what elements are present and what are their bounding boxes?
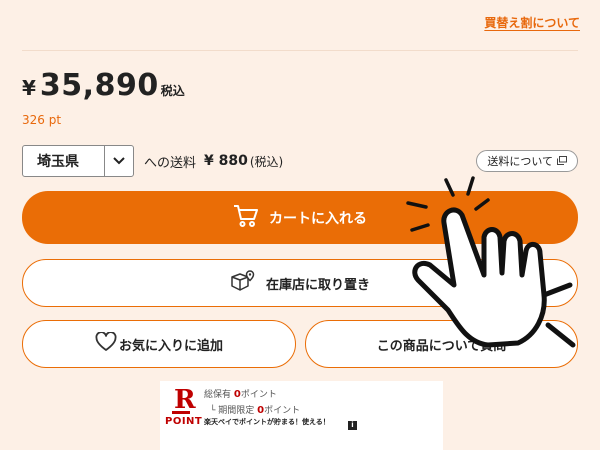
add-to-favorites-label: お気に入りに追加: [118, 338, 223, 354]
shipping-tax-label: (税込): [249, 154, 284, 169]
rakuten-point-banner: R POINT 総保有 0ポイント └ 期間限定 0ポイント 楽天ペイでポイント…: [160, 381, 443, 450]
store-pickup-label: 在庫店に取り置き: [265, 277, 370, 293]
limited-points-unit: ポイント: [264, 406, 301, 416]
limited-points-label: └ 期間限定: [210, 406, 255, 416]
currency-symbol: ¥: [22, 76, 36, 100]
price-amount: 35,890: [39, 68, 159, 103]
heart-icon: [95, 331, 117, 356]
chevron-down-icon[interactable]: [104, 146, 133, 176]
earned-points: 326 pt: [22, 113, 62, 127]
info-icon[interactable]: i: [348, 421, 357, 430]
cart-icon: [233, 204, 259, 232]
shipping-info-button[interactable]: 送料について: [476, 150, 578, 172]
total-points-value: 0: [233, 389, 241, 400]
shipping-fee: ¥ 880: [204, 153, 248, 169]
external-window-icon: [557, 155, 567, 168]
add-to-cart-label: カートに入れる: [269, 210, 367, 227]
shipping-info-label: 送料について: [487, 155, 553, 168]
divider: [22, 50, 578, 51]
shipping-row: 埼玉県 への送料 ¥ 880 (税込) 送料について: [22, 145, 578, 177]
trade-in-discount-link[interactable]: 買替え割について: [484, 14, 580, 31]
prefecture-value: 埼玉県: [37, 154, 79, 170]
price: ¥ 35,890 税込: [22, 68, 185, 103]
tax-included-label: 税込: [160, 84, 185, 98]
total-points-line: 総保有 0ポイント: [204, 387, 277, 400]
package-location-icon: [230, 269, 256, 297]
total-points-label: 総保有: [204, 390, 232, 400]
add-to-favorites-button[interactable]: お気に入りに追加: [22, 320, 296, 368]
rakuten-pay-slogan: 楽天ペイでポイントが貯まる！使える！: [204, 418, 330, 426]
shipping-to-label: への送料: [144, 155, 197, 171]
total-points-unit: ポイント: [240, 390, 277, 400]
tap-hand-icon: [406, 176, 576, 348]
limited-points-line: └ 期間限定 0ポイント: [210, 403, 300, 416]
rakuten-logo-underline: [172, 411, 190, 414]
prefecture-select[interactable]: 埼玉県: [22, 145, 134, 177]
rakuten-logo-word: POINT: [165, 416, 203, 427]
